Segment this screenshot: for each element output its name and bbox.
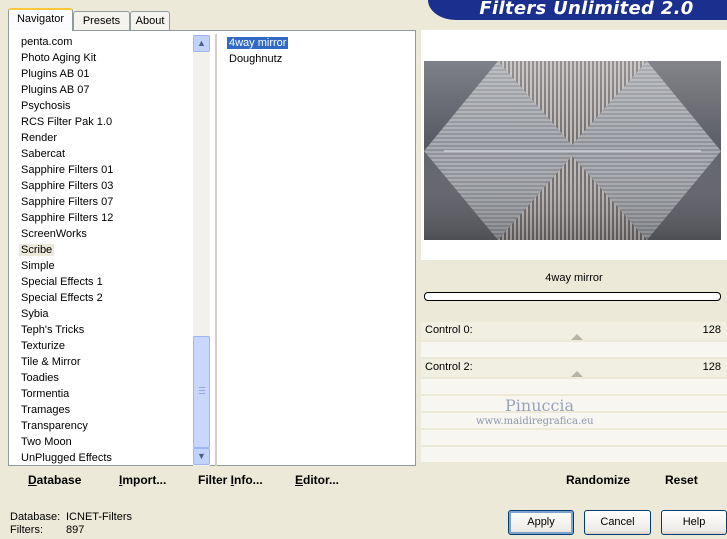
filter-info-button[interactable]: Filter Info... (198, 473, 263, 487)
watermark-name: Pinuccia (505, 396, 575, 415)
reset-button[interactable]: Reset (665, 473, 698, 487)
list-divider (215, 34, 217, 466)
control-0-value: 128 (702, 324, 721, 336)
watermark-url: www.maidiregrafica.eu (476, 416, 594, 427)
category-item[interactable]: Plugins AB 01 (8, 66, 194, 82)
scroll-thumb[interactable] (193, 336, 210, 448)
filter-item[interactable]: Doughnutz (226, 51, 414, 67)
category-item[interactable]: Render (8, 130, 194, 146)
progress-bar (424, 292, 721, 301)
category-list: penta.com Photo Aging Kit Plugins AB 01 … (8, 34, 194, 466)
slider-mark-icon (571, 371, 583, 377)
category-item[interactable]: Sybia (8, 306, 194, 322)
control-6-slider[interactable] (421, 430, 727, 445)
control-2-slider[interactable]: Control 2: 128 (421, 359, 727, 377)
category-item[interactable]: Sabercat (8, 146, 194, 162)
preview-toolbar: Randomize Reset (421, 466, 727, 494)
category-item[interactable]: UnPlugged Effects (8, 450, 194, 466)
category-item[interactable]: Psychosis (8, 98, 194, 114)
control-2-label: Control 2: (425, 361, 473, 373)
preview-image (424, 61, 721, 240)
category-item[interactable]: Sapphire Filters 07 (8, 194, 194, 210)
editor-button[interactable]: Editor... (295, 473, 339, 487)
filter-item-selected[interactable]: 4way mirror (226, 35, 414, 51)
preview-filter-name: 4way mirror (545, 272, 603, 284)
category-item[interactable]: Toadies (8, 370, 194, 386)
category-item[interactable]: Teph's Tricks (8, 322, 194, 338)
database-button[interactable]: Database (28, 473, 81, 487)
scroll-up-icon[interactable]: ▲ (193, 35, 210, 52)
category-scrollbar[interactable]: ▲ ▼ (193, 35, 210, 466)
category-item-selected[interactable]: Scribe (8, 242, 194, 258)
category-item[interactable]: Sapphire Filters 01 (8, 162, 194, 178)
category-item[interactable]: ScreenWorks (8, 226, 194, 242)
category-item[interactable]: Two Moon (8, 434, 194, 450)
import-button[interactable]: Import... (119, 473, 166, 487)
category-item[interactable]: Plugins AB 07 (8, 82, 194, 98)
control-0-label: Control 0: (425, 324, 473, 336)
control-2-value: 128 (702, 361, 721, 373)
control-1-slider[interactable] (421, 342, 727, 357)
control-0-slider[interactable]: Control 0: 128 (421, 322, 727, 340)
tab-navigator[interactable]: Navigator (8, 8, 73, 31)
category-item[interactable]: Special Effects 2 (8, 290, 194, 306)
category-item[interactable]: Tormentia (8, 386, 194, 402)
category-item[interactable]: Tramages (8, 402, 194, 418)
category-item[interactable]: RCS Filter Pak 1.0 (8, 114, 194, 130)
category-item[interactable]: Transparency (8, 418, 194, 434)
category-item[interactable]: Texturize (8, 338, 194, 354)
database-status-value: ICNET-Filters (66, 511, 132, 523)
control-3-slider[interactable] (421, 379, 727, 394)
category-item[interactable]: Sapphire Filters 12 (8, 210, 194, 226)
tab-about[interactable]: About (130, 11, 170, 30)
apply-button[interactable]: Apply (508, 510, 574, 535)
category-item[interactable]: Photo Aging Kit (8, 50, 194, 66)
tab-presets[interactable]: Presets (73, 11, 130, 30)
help-button[interactable]: Help (661, 510, 727, 535)
category-item[interactable]: Tile & Mirror (8, 354, 194, 370)
filter-list: 4way mirror Doughnutz (226, 35, 414, 67)
category-item[interactable]: penta.com (8, 34, 194, 50)
tab-bar: Navigator Presets About (8, 8, 428, 31)
cancel-button[interactable]: Cancel (584, 510, 651, 535)
category-item[interactable]: Sapphire Filters 03 (8, 178, 194, 194)
category-item[interactable]: Special Effects 1 (8, 274, 194, 290)
filters-status-label: Filters: (10, 524, 43, 536)
database-status-label: Database: (10, 511, 61, 523)
filters-status-value: 897 (66, 524, 85, 536)
category-item[interactable]: Simple (8, 258, 194, 274)
slider-mark-icon (571, 334, 583, 340)
navigator-toolbar: Database Import... Filter Info... Editor… (8, 466, 416, 494)
app-title: Filters Unlimited 2.0 (479, 0, 694, 19)
control-7-slider[interactable] (421, 447, 727, 462)
scroll-down-icon[interactable]: ▼ (193, 448, 210, 465)
randomize-button[interactable]: Randomize (566, 473, 630, 487)
